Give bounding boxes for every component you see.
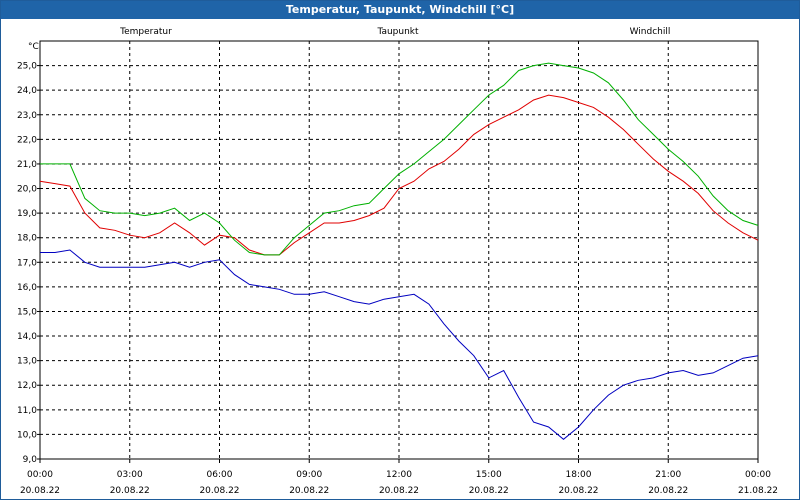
x-tick-date-label: 20.08.22 xyxy=(20,486,60,496)
y-tick-label: 17,0 xyxy=(17,258,37,268)
x-tick-time-label: 18:00 xyxy=(566,470,592,480)
x-tick-time-label: 15:00 xyxy=(476,470,502,480)
y-tick-label: 19,0 xyxy=(17,209,37,219)
x-tick-time-label: 09:00 xyxy=(296,470,322,480)
y-unit-label: °C xyxy=(28,42,39,52)
y-tick-label: 15,0 xyxy=(17,307,37,317)
y-tick-label: 9,0 xyxy=(23,455,38,465)
x-tick-time-label: 21:00 xyxy=(655,470,681,480)
y-tick-label: 23,0 xyxy=(17,111,37,121)
x-tick-time-label: 03:00 xyxy=(117,470,143,480)
x-tick-date-label: 20.08.22 xyxy=(379,486,419,496)
x-tick-date-label: 20.08.22 xyxy=(648,486,688,496)
y-tick-label: 20,0 xyxy=(17,185,37,195)
x-tick-date-label: 20.08.22 xyxy=(558,486,598,496)
chart-window: Temperatur, Taupunkt, Windchill [°C] 9,0… xyxy=(0,0,800,500)
y-tick-label: 18,0 xyxy=(17,234,37,244)
y-tick-label: 13,0 xyxy=(17,357,37,367)
y-tick-label: 21,0 xyxy=(17,160,37,170)
y-tick-label: 10,0 xyxy=(17,430,37,440)
x-tick-date-label: 20.08.22 xyxy=(199,486,239,496)
x-tick-date-label: 20.08.22 xyxy=(110,486,150,496)
x-tick-time-label: 06:00 xyxy=(207,470,233,480)
legend-taupunkt: Taupunkt xyxy=(376,27,419,37)
y-tick-label: 12,0 xyxy=(17,381,37,391)
x-tick-time-label: 00:00 xyxy=(27,470,53,480)
y-tick-label: 24,0 xyxy=(17,86,37,96)
x-tick-date-label: 20.08.22 xyxy=(469,486,509,496)
legend-windchill: Windchill xyxy=(630,27,671,37)
y-tick-label: 11,0 xyxy=(17,406,37,416)
x-tick-date-label: 21.08.22 xyxy=(738,486,778,496)
legend-temperatur: Temperatur xyxy=(119,27,172,37)
y-tick-label: 16,0 xyxy=(17,283,37,293)
x-tick-date-label: 20.08.22 xyxy=(289,486,329,496)
y-tick-label: 22,0 xyxy=(17,135,37,145)
y-tick-label: 14,0 xyxy=(17,332,37,342)
x-tick-time-label: 00:00 xyxy=(745,470,771,480)
chart-svg: 9,0 10,0 11,0 12,0 13,0 14,0 15,0 16,0 17,0 18,0 1… xyxy=(17,27,778,496)
x-tick-time-label: 12:00 xyxy=(386,470,412,480)
y-tick-label: 25,0 xyxy=(17,62,37,72)
